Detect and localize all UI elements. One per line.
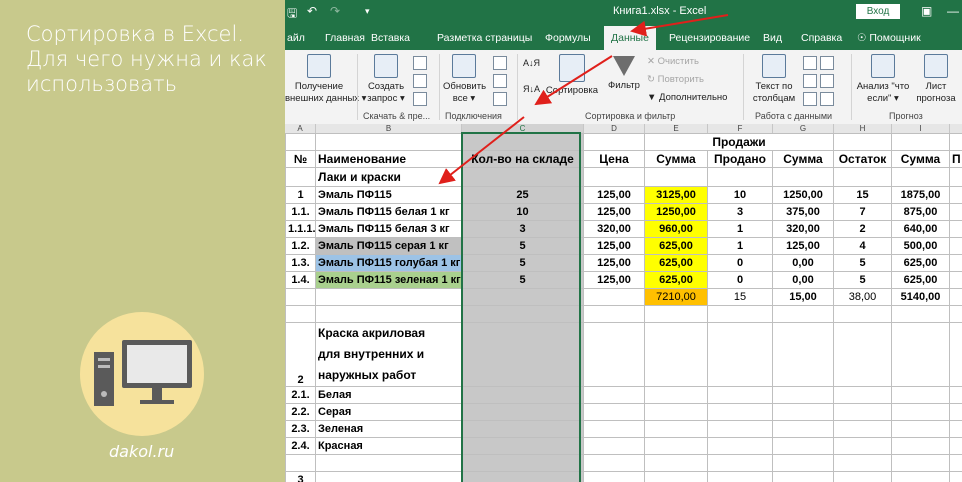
arrow-to-data-tab	[630, 14, 729, 37]
annotation-arrows	[438, 14, 729, 185]
arrow-to-column	[438, 116, 525, 185]
arrow-to-sort-button	[534, 55, 613, 106]
